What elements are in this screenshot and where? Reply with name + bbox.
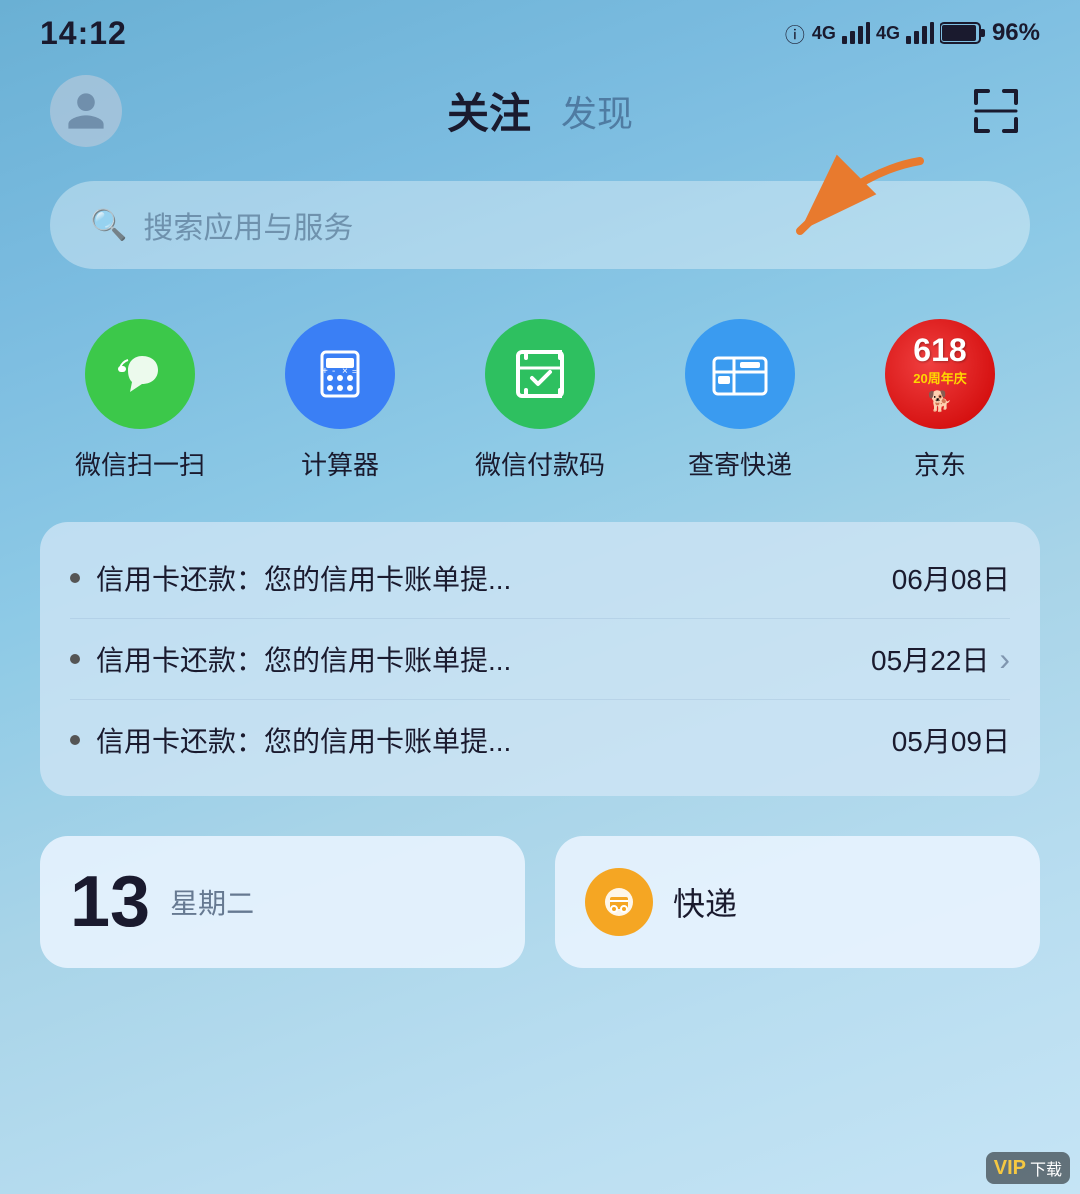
qr-scan-icon [968, 83, 1024, 139]
status-bar: 14:12 ⓘ 4G 4G 96% [0, 0, 1080, 60]
calculator-svg: + - × = [308, 342, 372, 406]
4g-icon-2: 4G [876, 23, 900, 44]
delivery-label: 快递 [673, 879, 737, 925]
svg-text:×: × [342, 366, 348, 377]
notification-item-2[interactable]: 信用卡还款：您的信用卡账单提... 05月22日 › [70, 619, 1010, 700]
calendar-day: 星期二 [170, 882, 254, 922]
notification-date-3: 05月09日 [892, 720, 1010, 760]
search-icon: 🔍 [90, 208, 127, 243]
calendar-card[interactable]: 13 星期二 [40, 836, 525, 968]
jd-20-anniversary: 20周年庆 [913, 368, 966, 387]
signal-icon: ⓘ [785, 19, 806, 48]
scan-button[interactable] [962, 77, 1030, 145]
app-icon-express [685, 319, 795, 429]
app-item-wechat-scan[interactable]: 微信扫一扫 [55, 319, 225, 482]
apps-grid: 微信扫一扫 + - × = 计算器 [0, 289, 1080, 502]
bottom-cards: 13 星期二 快递 [0, 816, 1080, 988]
delivery-card[interactable]: 快递 [555, 836, 1040, 968]
jd-618-text: 618 [913, 334, 966, 366]
search-placeholder: 搜索应用与服务 [143, 203, 353, 247]
battery-percent: 96% [992, 19, 1040, 47]
svg-text:=: = [352, 367, 357, 376]
app-item-jd[interactable]: 618 20周年庆 🐕 京东 [855, 319, 1025, 482]
vip-watermark: VIP 下载 [986, 1152, 1070, 1184]
wechat-scan-icon-inner [105, 339, 175, 409]
top-nav: 关注 发现 [0, 60, 1080, 161]
wechat-pay-svg [506, 340, 574, 408]
4g-icon-1: 4G [812, 23, 836, 44]
app-icon-calculator: + - × = [285, 319, 395, 429]
notification-item-3[interactable]: 信用卡还款：您的信用卡账单提... 05月09日 [70, 700, 1010, 780]
notification-text-3: 信用卡还款：您的信用卡账单提... [96, 720, 872, 760]
app-label-calculator: 计算器 [301, 445, 379, 482]
app-item-express[interactable]: 查寄快递 [655, 319, 825, 482]
search-container: 🔍 搜索应用与服务 [0, 161, 1080, 289]
notification-arrow-2: › [999, 641, 1010, 678]
svg-text:-: - [332, 366, 335, 377]
signal-strength-2 [906, 22, 934, 44]
vip-text: VIP [994, 1157, 1026, 1180]
signal-strength-1 [842, 22, 870, 44]
notification-card: 信用卡还款：您的信用卡账单提... 06月08日 信用卡还款：您的信用卡账单提.… [40, 522, 1040, 796]
delivery-icon [585, 868, 653, 936]
notification-text-1: 信用卡还款：您的信用卡账单提... [96, 558, 872, 598]
app-label-jd: 京东 [914, 445, 966, 482]
calendar-date: 13 [70, 866, 150, 938]
app-label-wechat-pay: 微信付款码 [475, 445, 605, 482]
app-item-wechat-pay[interactable]: 微信付款码 [455, 319, 625, 482]
app-label-express: 查寄快递 [688, 445, 792, 482]
nav-tabs: 关注 发现 [447, 80, 633, 141]
vip-sub: 下载 [1030, 1156, 1062, 1180]
svg-text:+: + [322, 366, 328, 377]
app-icon-wechat-pay [485, 319, 595, 429]
avatar[interactable] [50, 75, 122, 147]
status-time: 14:12 [40, 15, 127, 52]
user-icon [64, 89, 108, 133]
notification-date-2: 05月22日 [871, 639, 989, 679]
notification-dot-3 [70, 735, 80, 745]
app-icon-wechat-scan [85, 319, 195, 429]
delivery-svg [600, 883, 638, 921]
jd-dog-icon: 🐕 [928, 389, 953, 414]
search-bar[interactable]: 🔍 搜索应用与服务 [50, 181, 1030, 269]
battery-icon [940, 21, 986, 45]
notification-dot-2 [70, 654, 80, 664]
app-item-calculator[interactable]: + - × = 计算器 [255, 319, 425, 482]
tab-discover[interactable]: 发现 [561, 85, 633, 137]
notification-item-1[interactable]: 信用卡还款：您的信用卡账单提... 06月08日 [70, 538, 1010, 619]
notification-dot-1 [70, 573, 80, 583]
notification-text-2: 信用卡还款：您的信用卡账单提... [96, 639, 851, 679]
notification-date-1: 06月08日 [892, 558, 1010, 598]
app-label-wechat-scan: 微信扫一扫 [75, 445, 205, 482]
app-icon-jd: 618 20周年庆 🐕 [885, 319, 995, 429]
status-icons: ⓘ 4G 4G 96% [785, 19, 1040, 48]
tab-follow[interactable]: 关注 [447, 80, 531, 141]
express-svg [706, 340, 774, 408]
